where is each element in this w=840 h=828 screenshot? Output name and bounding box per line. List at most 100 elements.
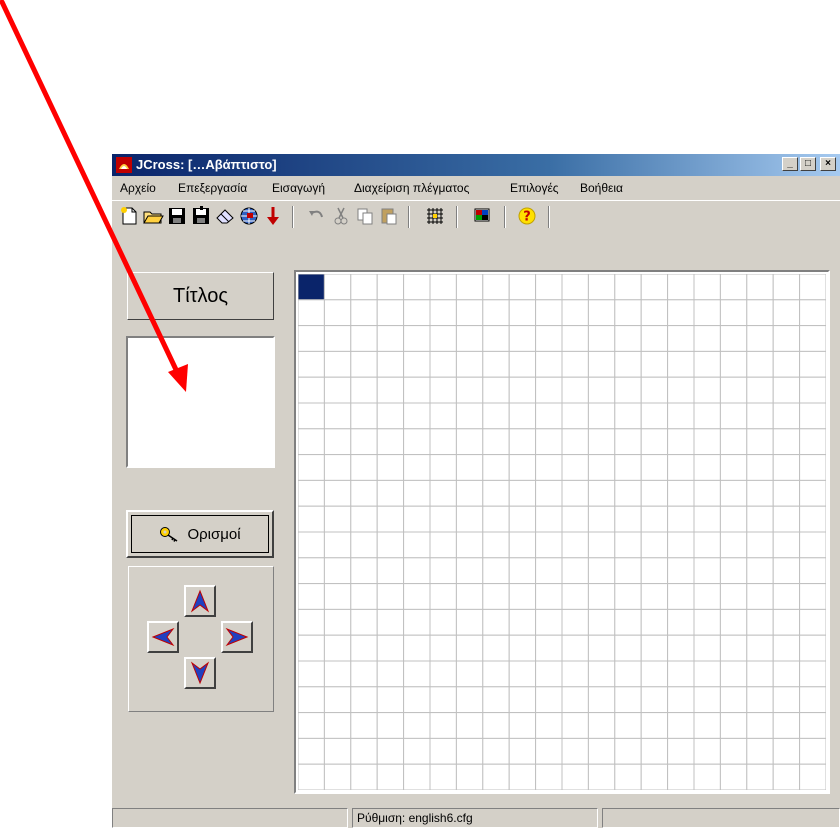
grid-cell[interactable] xyxy=(587,737,616,765)
grid-cell[interactable] xyxy=(719,428,748,456)
grid-cell[interactable] xyxy=(350,505,378,533)
grid-cell[interactable] xyxy=(535,660,563,688)
grid-cell[interactable] xyxy=(772,479,801,507)
grid-cell[interactable] xyxy=(429,505,457,533)
grid-cell[interactable] xyxy=(535,686,563,714)
grid-cell[interactable] xyxy=(298,299,325,327)
grid-cell[interactable] xyxy=(350,454,378,481)
grid-cell[interactable] xyxy=(693,660,721,688)
grid-cell[interactable] xyxy=(799,634,826,662)
grid-cell[interactable] xyxy=(455,634,484,662)
grid-cell[interactable] xyxy=(614,712,642,739)
grid-cell[interactable] xyxy=(693,325,721,352)
grid-cell[interactable] xyxy=(323,350,352,378)
grid-cell[interactable] xyxy=(614,531,642,559)
grid-cell[interactable] xyxy=(640,686,669,714)
grid-cell[interactable] xyxy=(298,531,325,559)
grid-cell[interactable] xyxy=(799,376,826,404)
grid-cell[interactable] xyxy=(799,608,826,636)
grid-cell[interactable] xyxy=(640,763,669,790)
grid-cell[interactable] xyxy=(403,299,431,327)
grid-cell[interactable] xyxy=(350,274,378,301)
grid-cell[interactable] xyxy=(614,479,642,507)
grid-cell[interactable] xyxy=(298,634,325,662)
menu-insert[interactable]: Εισαγωγή xyxy=(272,181,325,195)
grid-cell[interactable] xyxy=(508,634,537,662)
grid-cell[interactable] xyxy=(772,402,801,430)
grid-cell[interactable] xyxy=(429,712,457,739)
grid-cell[interactable] xyxy=(350,402,378,430)
grid-cell[interactable] xyxy=(799,737,826,765)
arrow-right-button[interactable] xyxy=(221,621,253,653)
grid-cell[interactable] xyxy=(429,376,457,404)
grid-cell[interactable] xyxy=(693,299,721,327)
title-button[interactable]: Τίτλος xyxy=(127,272,274,320)
grid-cell[interactable] xyxy=(614,686,642,714)
grid-cell[interactable] xyxy=(799,299,826,327)
grid-cell[interactable] xyxy=(482,505,510,533)
grid-cell[interactable] xyxy=(640,505,669,533)
grid-cell[interactable] xyxy=(719,583,748,610)
grid-cell[interactable] xyxy=(719,634,748,662)
grid-cell[interactable] xyxy=(455,479,484,507)
grid-cell[interactable] xyxy=(693,634,721,662)
grid-cell[interactable] xyxy=(376,531,405,559)
grid-cell[interactable] xyxy=(772,763,801,790)
grid-cell[interactable] xyxy=(746,686,774,714)
grid-cell[interactable] xyxy=(693,376,721,404)
grid-cell[interactable] xyxy=(614,505,642,533)
grid-cell[interactable] xyxy=(693,763,721,790)
grid-cell[interactable] xyxy=(640,634,669,662)
grid-cell[interactable] xyxy=(535,531,563,559)
grid-cell[interactable] xyxy=(640,660,669,688)
grid-cell[interactable] xyxy=(587,686,616,714)
grid-cell[interactable] xyxy=(587,557,616,585)
grid-cell[interactable] xyxy=(350,376,378,404)
grid-cell[interactable] xyxy=(535,505,563,533)
grid-cell[interactable] xyxy=(561,557,589,585)
grid-cell[interactable] xyxy=(772,325,801,352)
grid-cell[interactable] xyxy=(376,634,405,662)
grid-cell[interactable] xyxy=(614,376,642,404)
grid-cell[interactable] xyxy=(429,686,457,714)
grid-cell[interactable] xyxy=(323,428,352,456)
grid-cell[interactable] xyxy=(614,350,642,378)
grid-cell[interactable] xyxy=(482,350,510,378)
grid-cell[interactable] xyxy=(587,712,616,739)
grid-cell[interactable] xyxy=(772,660,801,688)
grid-cell[interactable] xyxy=(508,763,537,790)
grid-cell[interactable] xyxy=(667,325,695,352)
grid-cell[interactable] xyxy=(403,660,431,688)
grid-cell[interactable] xyxy=(614,325,642,352)
grid-cell[interactable] xyxy=(376,660,405,688)
grid-cell[interactable] xyxy=(535,763,563,790)
grid-cell[interactable] xyxy=(323,737,352,765)
grid-cell[interactable] xyxy=(455,350,484,378)
grid-cell[interactable] xyxy=(482,325,510,352)
grid-cell[interactable] xyxy=(614,454,642,481)
grid-cell[interactable] xyxy=(799,763,826,790)
grid-cell[interactable] xyxy=(350,763,378,790)
grid-cell[interactable] xyxy=(403,428,431,456)
grid-cell[interactable] xyxy=(667,299,695,327)
grid-cell[interactable] xyxy=(746,325,774,352)
grid-cell[interactable] xyxy=(746,531,774,559)
grid-cell[interactable] xyxy=(508,531,537,559)
grid-cell[interactable] xyxy=(640,428,669,456)
grid-cell[interactable] xyxy=(667,274,695,301)
grid-cell[interactable] xyxy=(693,402,721,430)
grid-cell[interactable] xyxy=(667,763,695,790)
grid-cell[interactable] xyxy=(508,583,537,610)
grid-cell[interactable] xyxy=(640,557,669,585)
grid-cell[interactable] xyxy=(482,428,510,456)
grid-cell[interactable] xyxy=(719,376,748,404)
grid-cell[interactable] xyxy=(350,583,378,610)
grid-cell[interactable] xyxy=(350,531,378,559)
grid-cell[interactable] xyxy=(719,763,748,790)
grid-cell[interactable] xyxy=(508,454,537,481)
grid-cell-selected[interactable] xyxy=(298,274,325,301)
grid-cell[interactable] xyxy=(323,299,352,327)
grid-cell[interactable] xyxy=(719,712,748,739)
grid-cell[interactable] xyxy=(799,274,826,301)
grid-cell[interactable] xyxy=(719,402,748,430)
